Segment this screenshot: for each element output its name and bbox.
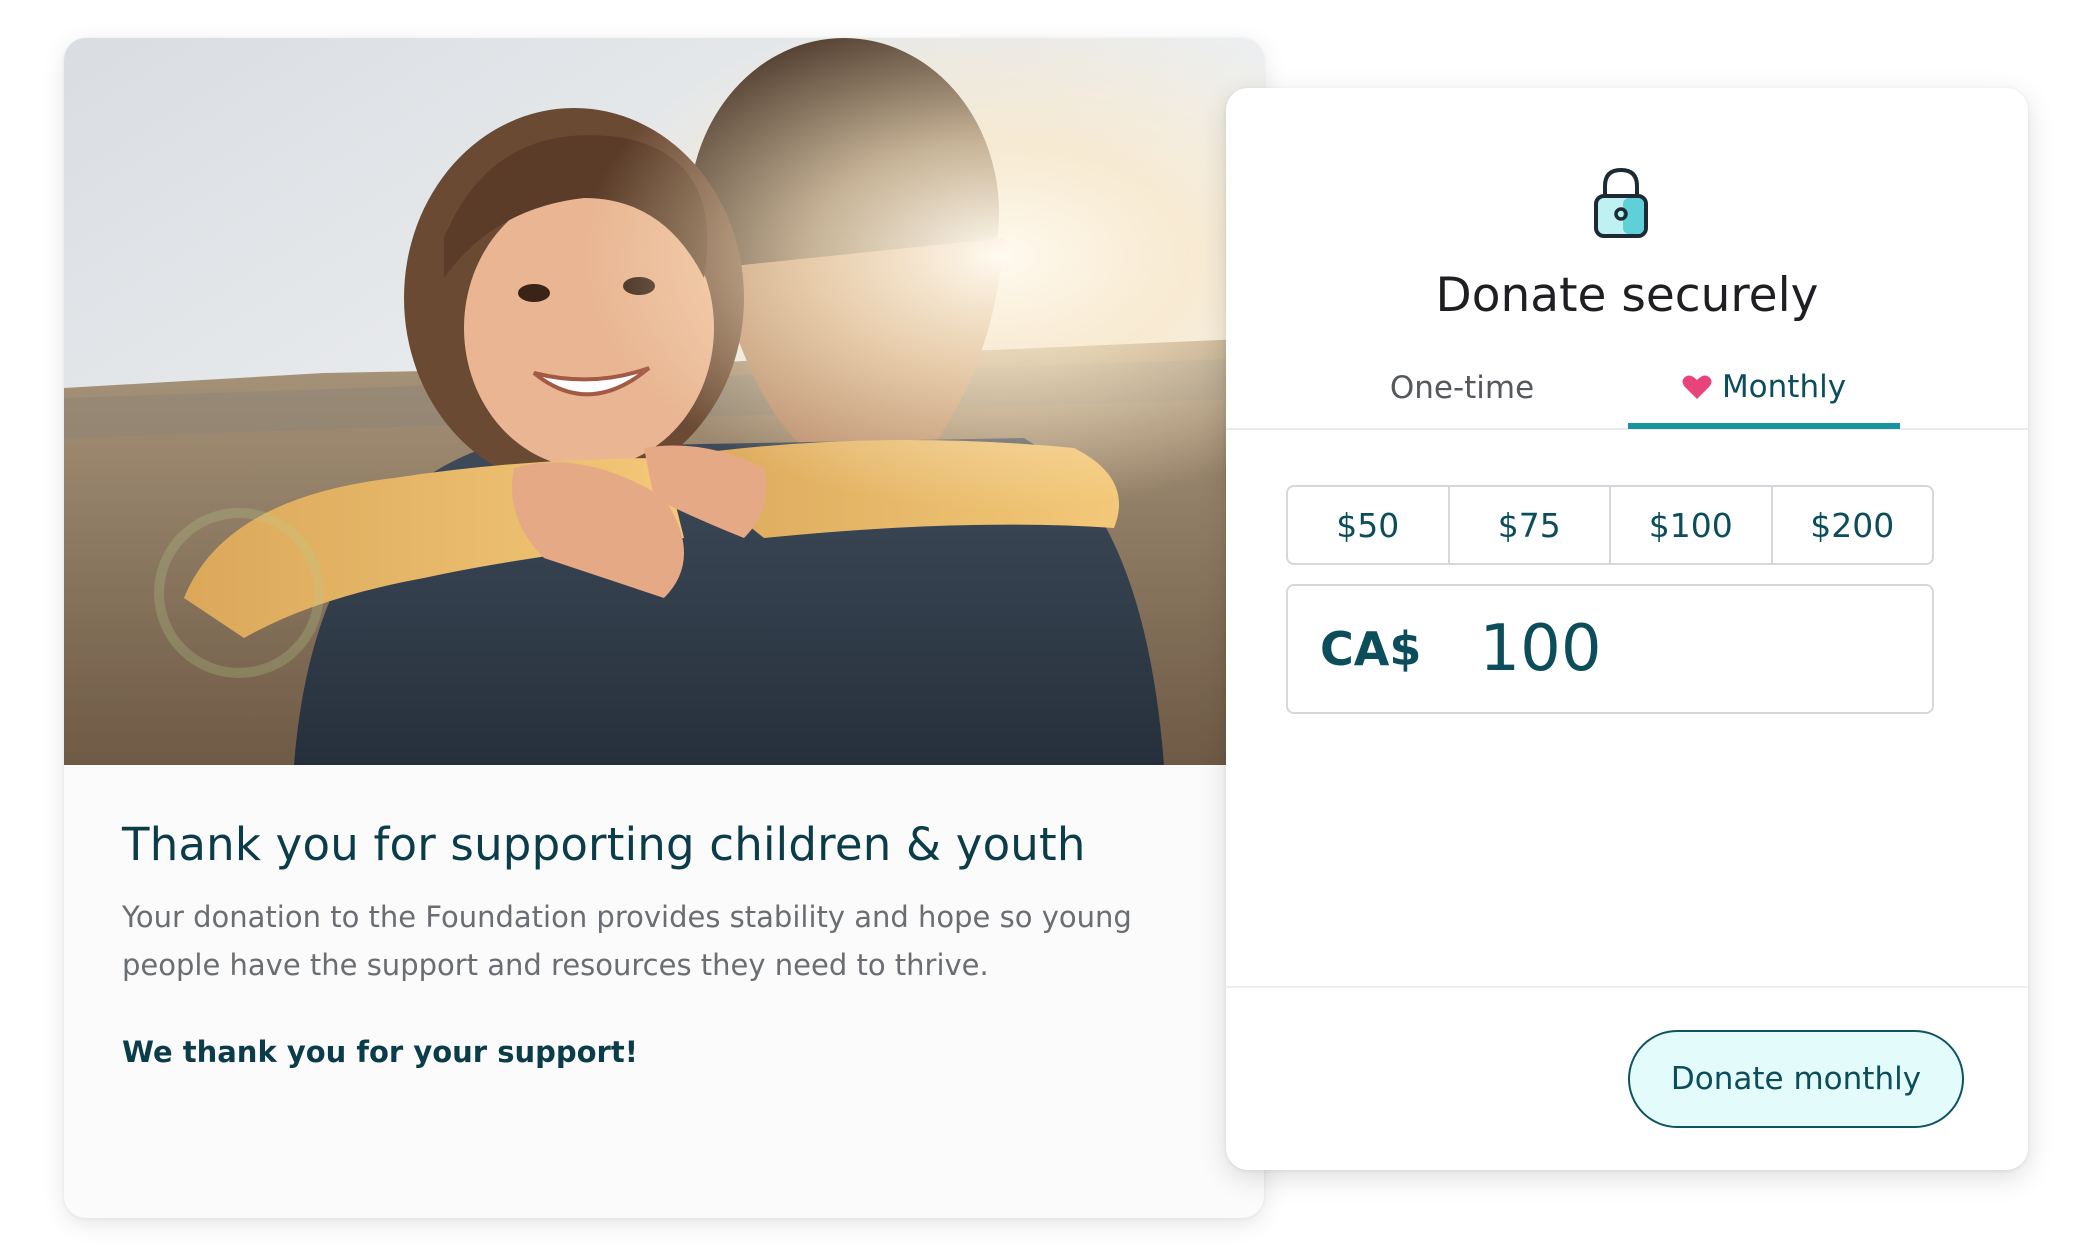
footer-divider <box>1226 986 2028 988</box>
tab-monthly-label: Monthly <box>1721 368 1847 405</box>
story-text: Thank you for supporting children & yout… <box>122 818 1202 1069</box>
donate-monthly-button[interactable]: Donate monthly <box>1628 1030 1964 1128</box>
donation-card: Donate securely One-time Monthly $50 $75… <box>1226 88 2028 1170</box>
tab-monthly[interactable]: Monthly <box>1628 350 1900 429</box>
story-title: Thank you for supporting children & yout… <box>122 818 1086 871</box>
lock-icon <box>1594 167 1648 238</box>
heart-icon <box>1682 375 1712 399</box>
frequency-tabs: One-time Monthly <box>1226 369 2028 430</box>
preset-amounts: $50 $75 $100 $200 <box>1286 485 1934 565</box>
amount-button-100[interactable]: $100 <box>1611 487 1773 563</box>
story-body: Your donation to the Foundation provides… <box>122 900 1132 982</box>
donate-title: Donate securely <box>1435 268 1819 323</box>
amount-button-50[interactable]: $50 <box>1288 487 1450 563</box>
story-thanks: We thank you for your support! <box>122 1035 638 1069</box>
story-card: Thank you for supporting children & yout… <box>64 38 1264 1218</box>
amount-value[interactable]: 100 <box>1479 612 1601 686</box>
custom-amount-field[interactable]: CA$ 100 <box>1286 584 1934 714</box>
hero-photo <box>64 38 1264 765</box>
tab-one-time[interactable]: One-time <box>1326 350 1598 426</box>
tab-one-time-label: One-time <box>1389 370 1535 406</box>
amount-button-200[interactable]: $200 <box>1773 487 1933 563</box>
currency-label: CA$ <box>1320 622 1422 676</box>
amount-button-75[interactable]: $75 <box>1450 487 1611 563</box>
